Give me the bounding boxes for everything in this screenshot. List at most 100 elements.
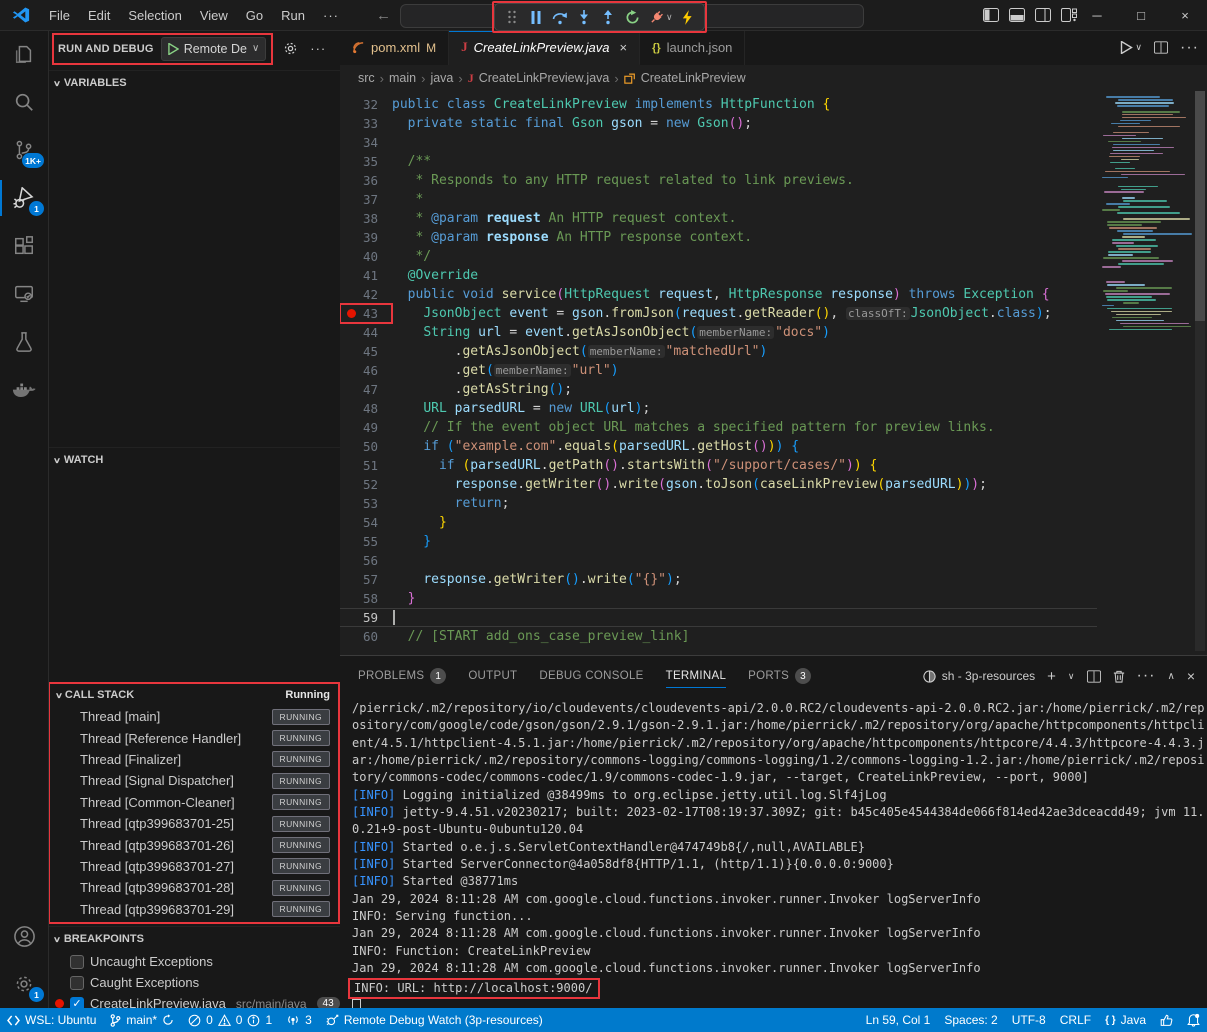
breadcrumb-src[interactable]: src xyxy=(358,71,375,85)
code-line[interactable]: 47 .getAsString(); xyxy=(340,380,1097,399)
debug-config-picker[interactable]: Remote De ∨ xyxy=(161,37,267,61)
breakpoint-row-uncaught[interactable]: Uncaught Exceptions xyxy=(48,951,340,972)
tab-launch-json[interactable]: {} launch.json xyxy=(640,30,745,65)
git-branch-item[interactable]: main* xyxy=(103,1008,181,1032)
gutter-space[interactable] xyxy=(347,594,356,603)
gutter[interactable]: 42 xyxy=(340,285,392,304)
code-line[interactable]: 35 /** xyxy=(340,152,1097,171)
minimize-button[interactable]: ─ xyxy=(1075,0,1119,30)
settings-gear-icon[interactable]: 1 xyxy=(0,960,48,1008)
gutter[interactable]: 59 xyxy=(340,609,392,626)
code-line[interactable]: 44 String url = event.getAsJsonObject(me… xyxy=(340,323,1097,342)
variables-header[interactable]: ∨ VARIABLES xyxy=(48,70,340,95)
call-stack-thread-row[interactable]: Thread [qtp399683701-27] RUNNING xyxy=(50,856,338,877)
gutter-space[interactable] xyxy=(347,328,356,337)
gutter[interactable]: 45 xyxy=(340,342,392,361)
gutter[interactable]: 52 xyxy=(340,475,392,494)
run-dropdown-icon[interactable]: ∨ xyxy=(1135,42,1142,53)
breadcrumb-main[interactable]: main xyxy=(389,71,416,85)
terminal-instance-selector[interactable]: sh - 3p-resources xyxy=(923,669,1035,683)
code-line[interactable]: 49 // If the event object URL matches a … xyxy=(340,418,1097,437)
gutter[interactable]: 60 xyxy=(340,627,392,646)
code-line[interactable]: 39 * @param response An HTTP response co… xyxy=(340,228,1097,247)
step-out-icon[interactable] xyxy=(597,7,619,27)
toggle-panel-icon[interactable] xyxy=(1009,8,1025,22)
language-mode-item[interactable]: { } Java xyxy=(1098,1008,1153,1032)
editor-more-actions-icon[interactable]: ··· xyxy=(1180,39,1199,57)
gutter-space[interactable] xyxy=(347,176,356,185)
eol-item[interactable]: CRLF xyxy=(1053,1008,1098,1032)
code-line[interactable]: 34 xyxy=(340,133,1097,152)
call-stack-thread-row[interactable]: Thread [qtp399683701-29] RUNNING xyxy=(50,899,338,920)
gutter[interactable]: 37 xyxy=(340,190,392,209)
call-stack-thread-row[interactable]: Thread [Finalizer] RUNNING xyxy=(50,749,338,770)
tab-pom-xml[interactable]: pom.xml M xyxy=(340,30,449,65)
breadcrumb-java[interactable]: java xyxy=(430,71,453,85)
gutter[interactable]: 51 xyxy=(340,456,392,475)
call-stack-header[interactable]: ∨ CALL STACK Running xyxy=(50,684,338,706)
remote-explorer-icon[interactable] xyxy=(0,270,48,318)
watch-header[interactable]: ∨ WATCH xyxy=(48,447,340,472)
call-stack-thread-row[interactable]: Thread [qtp399683701-26] RUNNING xyxy=(50,834,338,855)
gutter-space[interactable] xyxy=(347,556,356,565)
code-line[interactable]: 56 xyxy=(340,551,1097,570)
run-and-debug-icon[interactable]: 1 xyxy=(0,174,48,222)
gutter-space[interactable] xyxy=(347,614,356,623)
source-control-icon[interactable]: 1K+ xyxy=(0,126,48,174)
code-line[interactable]: 37 * xyxy=(340,190,1097,209)
gutter-space[interactable] xyxy=(347,480,356,489)
code-line[interactable]: 40 */ xyxy=(340,247,1097,266)
gutter-space[interactable] xyxy=(347,214,356,223)
call-stack-thread-row[interactable]: Thread [main] RUNNING xyxy=(50,706,338,727)
breadcrumb-class[interactable]: CreateLinkPreview xyxy=(641,71,746,85)
gutter[interactable]: 53 xyxy=(340,494,392,513)
terminal-dropdown-icon[interactable]: ∨ xyxy=(1068,671,1075,682)
gutter-space[interactable] xyxy=(347,499,356,508)
code-editor[interactable]: 32public class CreateLinkPreview impleme… xyxy=(340,91,1207,685)
gutter-space[interactable] xyxy=(347,442,356,451)
extensions-icon[interactable] xyxy=(0,222,48,270)
close-panel-icon[interactable]: × xyxy=(1187,668,1195,684)
call-stack-thread-row[interactable]: Thread [qtp399683701-25] RUNNING xyxy=(50,813,338,834)
maximize-button[interactable]: □ xyxy=(1119,0,1163,30)
sync-icon[interactable] xyxy=(162,1014,174,1026)
gutter-space[interactable] xyxy=(347,271,356,280)
gutter-space[interactable] xyxy=(347,252,356,261)
menu-selection[interactable]: Selection xyxy=(119,0,190,30)
menu-view[interactable]: View xyxy=(191,0,237,30)
tab-terminal[interactable]: TERMINAL xyxy=(666,656,727,696)
minimap[interactable] xyxy=(1102,93,1190,343)
code-line[interactable]: 59 xyxy=(340,608,1097,627)
code-line[interactable]: 33 private static final Gson gson = new … xyxy=(340,114,1097,133)
gutter-space[interactable] xyxy=(347,423,356,432)
menu-file[interactable]: File xyxy=(40,0,79,30)
call-stack-thread-row[interactable]: Thread [Signal Dispatcher] RUNNING xyxy=(50,770,338,791)
gutter-space[interactable] xyxy=(347,119,356,128)
gutter[interactable]: 34 xyxy=(340,133,392,152)
code-line[interactable]: 46 .get(memberName:"url") xyxy=(340,361,1097,380)
gutter[interactable]: 55 xyxy=(340,532,392,551)
maximize-panel-icon[interactable]: ∧ xyxy=(1167,671,1174,682)
breakpoints-header[interactable]: ∨ BREAKPOINTS xyxy=(48,926,340,951)
tab-output[interactable]: OUTPUT xyxy=(468,656,517,696)
gutter[interactable]: 47 xyxy=(340,380,392,399)
gutter-space[interactable] xyxy=(347,461,356,470)
code-line[interactable]: 43 JsonObject event = gson.fromJson(requ… xyxy=(340,304,1097,323)
encoding-item[interactable]: UTF-8 xyxy=(1005,1008,1053,1032)
disconnect-icon[interactable] xyxy=(645,7,667,27)
feedback-item[interactable] xyxy=(1153,1008,1180,1032)
gutter-space[interactable] xyxy=(347,157,356,166)
cursor-position-item[interactable]: Ln 59, Col 1 xyxy=(859,1008,938,1032)
gutter[interactable]: 35 xyxy=(340,152,392,171)
code-line[interactable]: 38 * @param request An HTTP request cont… xyxy=(340,209,1097,228)
code-line[interactable]: 52 response.getWriter().write(gson.toJso… xyxy=(340,475,1097,494)
gutter-space[interactable] xyxy=(347,518,356,527)
gutter-space[interactable] xyxy=(347,366,356,375)
code-line[interactable]: 48 URL parsedURL = new URL(url); xyxy=(340,399,1097,418)
code-line[interactable]: 50 if ("example.com".equals(parsedURL.ge… xyxy=(340,437,1097,456)
tab-debug-console[interactable]: DEBUG CONSOLE xyxy=(539,656,643,696)
toggle-secondary-sidebar-icon[interactable] xyxy=(1035,8,1051,22)
new-terminal-icon[interactable]: + xyxy=(1047,668,1056,685)
code-line[interactable]: 32public class CreateLinkPreview impleme… xyxy=(340,95,1097,114)
gutter[interactable]: 32 xyxy=(340,95,392,114)
